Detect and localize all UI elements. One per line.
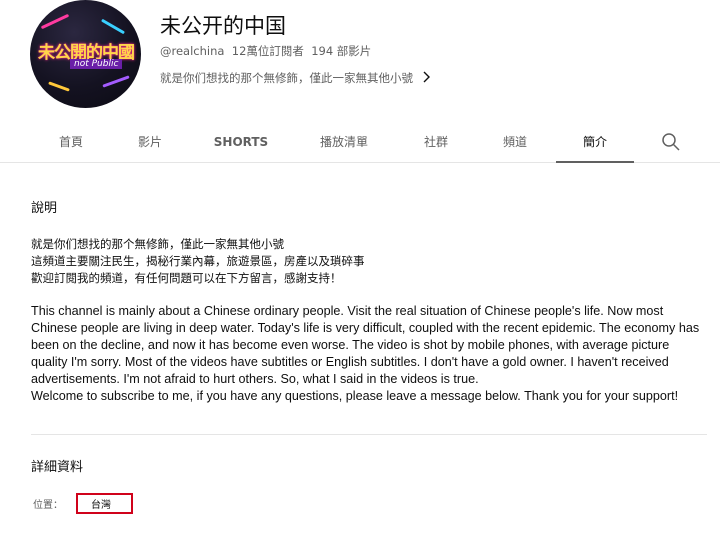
channel-header: 未公開的中國 not Public 未公开的中国 @realchina 12萬位…: [0, 0, 720, 122]
tab-channels[interactable]: 頻道: [484, 122, 546, 162]
video-count: 194 部影片: [311, 44, 372, 58]
description-line: 這頻道主要關注民生，揭秘行業內幕，旅遊景區，房產以及瑣碎事: [31, 254, 365, 268]
channel-meta: @realchina 12萬位訂閱者 194 部影片: [160, 43, 371, 59]
channel-short-description: 就是你们想找的那个無修飾，僅此一家無其他小號: [160, 71, 413, 85]
avatar-decoration: [48, 81, 70, 92]
description-line: 歡迎訂閱我的頻道，有任何問題可以在下方留言，感謝支持！: [31, 271, 342, 285]
channel-avatar[interactable]: 未公開的中國 not Public: [30, 0, 141, 108]
subscriber-count: 12萬位訂閱者: [231, 44, 304, 58]
description-line: 就是你们想找的那个無修飾，僅此一家無其他小號: [31, 237, 284, 251]
avatar-decoration: [100, 18, 126, 35]
search-icon[interactable]: [660, 131, 682, 153]
tab-home[interactable]: 首頁: [40, 122, 102, 162]
avatar-decoration: [102, 75, 130, 88]
location-label: 位置：: [33, 500, 63, 511]
details-heading: 詳細資料: [31, 460, 84, 475]
description-english-welcome: Welcome to subscribe to me, if you have …: [31, 389, 679, 403]
description-english: This channel is mainly about a Chinese o…: [31, 303, 706, 405]
tab-community[interactable]: 社群: [405, 122, 467, 162]
tab-playlists[interactable]: 播放清單: [305, 122, 383, 162]
avatar-decoration: [40, 13, 70, 30]
channel-description-link[interactable]: 就是你们想找的那个無修飾，僅此一家無其他小號: [160, 69, 431, 87]
channel-handle: @realchina: [160, 44, 225, 58]
tab-videos[interactable]: 影片: [119, 122, 181, 162]
tab-shorts[interactable]: SHORTS: [200, 122, 282, 162]
channel-name: 未公开的中国: [160, 14, 286, 38]
description-english-body: This channel is mainly about a Chinese o…: [31, 304, 700, 386]
chevron-right-icon: [421, 69, 431, 87]
tab-about[interactable]: 簡介: [556, 122, 634, 163]
avatar-subtitle: not Public: [70, 59, 123, 69]
description-heading: 說明: [31, 201, 58, 216]
section-divider: [31, 434, 707, 435]
location-value: 台灣: [91, 500, 111, 511]
channel-tabs: 首頁 影片 SHORTS 播放清單 社群 頻道 簡介: [0, 122, 720, 163]
